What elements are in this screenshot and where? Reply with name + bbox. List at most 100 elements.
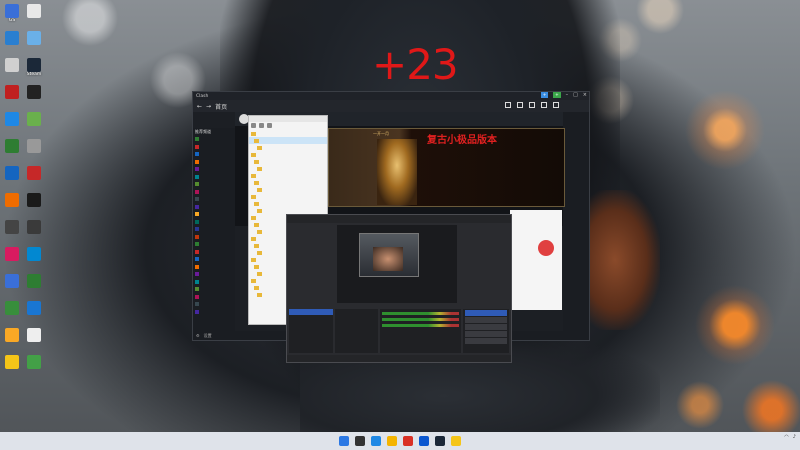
- app-icon-25[interactable]: [0, 328, 24, 342]
- sidebar-item[interactable]: [193, 196, 235, 204]
- app-icon-24[interactable]: [22, 301, 46, 315]
- sidebar-item[interactable]: [193, 188, 235, 196]
- app-icon-21[interactable]: [0, 274, 24, 288]
- obs-preview[interactable]: [337, 225, 457, 303]
- app-icon-3[interactable]: [0, 31, 24, 45]
- app-icon-20[interactable]: [22, 247, 46, 261]
- sidebar-item[interactable]: [193, 293, 235, 301]
- obs-window[interactable]: [286, 214, 512, 363]
- tree-item[interactable]: [249, 137, 327, 144]
- scene-item[interactable]: [289, 309, 333, 315]
- app-icon-27[interactable]: [0, 355, 24, 369]
- sidebar-item[interactable]: [193, 181, 235, 189]
- sidebar-item[interactable]: [193, 248, 235, 256]
- app-icon-8[interactable]: [22, 85, 46, 99]
- folder-icon[interactable]: [251, 123, 256, 128]
- tree-item[interactable]: [249, 179, 327, 186]
- sidebar-item[interactable]: [193, 136, 235, 144]
- tree-item[interactable]: [249, 130, 327, 137]
- grid-icon[interactable]: [541, 102, 547, 108]
- volume-icon[interactable]: ♪: [793, 434, 796, 440]
- minimize-icon[interactable]: –: [566, 92, 569, 98]
- sidebar-item[interactable]: [193, 143, 235, 151]
- tree-item[interactable]: [249, 144, 327, 151]
- app-icon-17[interactable]: [0, 220, 24, 234]
- sidebar-item[interactable]: [193, 241, 235, 249]
- studio-mode-button[interactable]: [465, 331, 507, 337]
- source-item[interactable]: [335, 327, 379, 333]
- badge-icon[interactable]: [538, 240, 554, 256]
- audio-meter[interactable]: [382, 318, 460, 321]
- app-icon-18[interactable]: [22, 220, 46, 234]
- sidebar-item[interactable]: [193, 211, 235, 219]
- header-button-2[interactable]: +: [553, 92, 561, 98]
- sidebar-item[interactable]: [193, 233, 235, 241]
- tree-item[interactable]: [249, 151, 327, 158]
- taskbar-app-icon[interactable]: [435, 436, 445, 446]
- app-icon-28[interactable]: [22, 355, 46, 369]
- taskbar-app-icon[interactable]: [339, 436, 349, 446]
- app-icon-11[interactable]: [0, 139, 24, 153]
- app-icon-22[interactable]: [22, 274, 46, 288]
- tree-item[interactable]: [249, 165, 327, 172]
- share-icon[interactable]: [505, 102, 511, 108]
- tree-item[interactable]: [249, 200, 327, 207]
- taskbar-app-icon[interactable]: [387, 436, 397, 446]
- header-button-1[interactable]: +: [540, 92, 549, 98]
- app-icon-14[interactable]: [22, 166, 46, 180]
- sidebar-item[interactable]: [193, 256, 235, 264]
- search-icon[interactable]: [267, 123, 272, 128]
- app-icon-10[interactable]: [22, 112, 46, 126]
- taskbar-app-icon[interactable]: [355, 436, 365, 446]
- app-icon-12[interactable]: [22, 139, 46, 153]
- app-icon-16[interactable]: [22, 193, 46, 207]
- back-icon[interactable]: ←: [197, 103, 202, 110]
- audio-meter[interactable]: [382, 324, 460, 327]
- app-icon-7[interactable]: [0, 85, 24, 99]
- tree-item[interactable]: [249, 207, 327, 214]
- sidebar-item[interactable]: [193, 151, 235, 159]
- taskbar-app-icon[interactable]: [403, 436, 413, 446]
- window-titlebar[interactable]: Clash: [193, 92, 589, 100]
- settings-icon[interactable]: ⚙: [196, 333, 200, 338]
- app-icon-6[interactable]: Steam: [22, 58, 46, 77]
- sidebar-item[interactable]: [193, 301, 235, 309]
- taskbar-app-icon[interactable]: [451, 436, 461, 446]
- taskbar-app-icon[interactable]: [419, 436, 429, 446]
- lock-icon[interactable]: [553, 102, 559, 108]
- settings-label[interactable]: 设置: [204, 333, 212, 339]
- sidebar-item[interactable]: [193, 218, 235, 226]
- tree-item[interactable]: [249, 186, 327, 193]
- game-banner[interactable]: 一开一月 复古小极品版本: [328, 128, 565, 207]
- start-recording-button[interactable]: [465, 317, 507, 323]
- app-icon-15[interactable]: [0, 193, 24, 207]
- tree-item[interactable]: [249, 158, 327, 165]
- sidebar-item[interactable]: [193, 263, 235, 271]
- sidebar-item[interactable]: [193, 158, 235, 166]
- sidebar-item[interactable]: [193, 308, 235, 316]
- sidebar-item[interactable]: [193, 226, 235, 234]
- start-streaming-button[interactable]: [465, 310, 507, 316]
- maximize-icon[interactable]: □: [573, 92, 578, 98]
- gamepad-icon[interactable]: [529, 102, 535, 108]
- sidebar-item[interactable]: [193, 173, 235, 181]
- sidebar-item[interactable]: [193, 278, 235, 286]
- app-icon-23[interactable]: [0, 301, 24, 315]
- sidebar-item[interactable]: [193, 166, 235, 174]
- home-icon[interactable]: [517, 102, 523, 108]
- app-icon-1[interactable]: GS: [0, 4, 24, 23]
- obs-settings-button[interactable]: [465, 338, 507, 344]
- close-icon[interactable]: ×: [583, 92, 587, 98]
- sidebar-item[interactable]: [193, 271, 235, 279]
- app-icon-4[interactable]: [22, 31, 46, 45]
- audio-meter[interactable]: [382, 312, 460, 315]
- app-icon-26[interactable]: [22, 328, 46, 342]
- sidebar-item[interactable]: [193, 286, 235, 294]
- app-icon-5[interactable]: [0, 58, 24, 72]
- forward-icon[interactable]: →: [206, 103, 211, 110]
- app-icon-9[interactable]: [0, 112, 24, 126]
- refresh-icon[interactable]: [259, 123, 264, 128]
- taskbar-app-icon[interactable]: [371, 436, 381, 446]
- network-icon[interactable]: ◠: [784, 434, 788, 440]
- app-icon-19[interactable]: [0, 247, 24, 261]
